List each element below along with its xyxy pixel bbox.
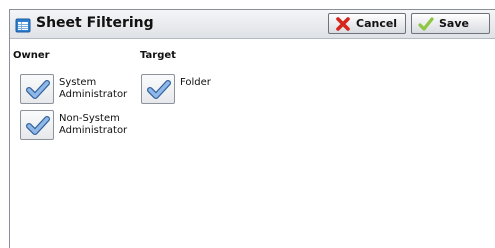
system-administrator-checkbox[interactable] xyxy=(20,74,54,104)
label-line-2: Administrator xyxy=(59,125,128,136)
non-system-administrator-label: Non-System Administrator xyxy=(59,113,127,137)
save-label: Save xyxy=(439,17,469,30)
non-system-administrator-checkbox[interactable] xyxy=(20,110,54,140)
cancel-label: Cancel xyxy=(356,17,398,30)
checkmark-icon xyxy=(147,80,171,99)
label-line-2: Administrator xyxy=(59,89,128,100)
folder-label: Folder xyxy=(180,77,211,89)
target-heading: Target xyxy=(140,50,176,61)
cancel-button[interactable]: Cancel xyxy=(328,13,406,34)
page-title: Sheet Filtering xyxy=(36,15,154,31)
dialog-window: Sheet Filtering Cancel Save Owner System… xyxy=(9,9,495,248)
system-administrator-label: System Administrator xyxy=(59,77,127,101)
sheet-filter-icon xyxy=(15,17,31,33)
owner-heading: Owner xyxy=(13,50,50,61)
save-button[interactable]: Save xyxy=(411,13,490,34)
checkmark-icon xyxy=(26,116,50,135)
label-line-1: Non-System xyxy=(59,113,120,124)
label-line-1: Folder xyxy=(180,77,211,88)
folder-checkbox[interactable] xyxy=(141,74,175,104)
title-bar: Sheet Filtering Cancel Save xyxy=(10,10,495,39)
checkmark-icon xyxy=(418,16,434,32)
label-line-1: System xyxy=(59,77,97,88)
close-icon xyxy=(335,16,351,32)
checkmark-icon xyxy=(26,80,50,99)
